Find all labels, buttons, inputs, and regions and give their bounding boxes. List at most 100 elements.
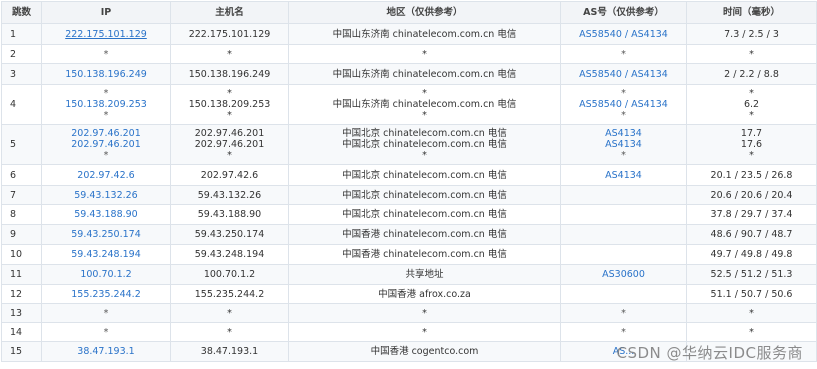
watermark: CSDN @华纳云IDC服务商: [616, 344, 803, 362]
as-separator: /: [621, 28, 632, 40]
timeout-marker: *: [103, 88, 109, 99]
as-cell: AS58540 / AS4134: [560, 63, 687, 85]
header-time: 时间（毫秒）: [686, 1, 817, 24]
time-cell: *: [686, 322, 817, 342]
time-cell: 37.8 / 29.7 / 37.4: [686, 204, 817, 225]
as-cell: [560, 204, 687, 225]
time-text: 20.6 / 20.6 / 20.4: [710, 189, 793, 201]
hostname-text: 59.43.132.26: [197, 189, 262, 201]
as-link[interactable]: AS58540: [579, 29, 622, 40]
time-text: 20.1 / 23.5 / 26.8: [710, 169, 793, 181]
timeout-marker: *: [621, 307, 626, 319]
time-text: *: [749, 150, 754, 161]
region-text: *: [422, 326, 427, 338]
table-row: 2 * * * * *: [1, 44, 817, 64]
region-text: *: [422, 88, 427, 99]
ip-link[interactable]: 38.47.193.1: [44, 346, 168, 357]
ip-link[interactable]: 150.138.196.249: [44, 69, 168, 80]
region-text: 中国香港 chinatelecom.com.cn 电信: [342, 229, 507, 240]
hostname-text: 38.47.193.1: [200, 346, 259, 357]
as-line: AS58540 / AS4134: [563, 99, 684, 110]
ip-link[interactable]: 202.97.46.201: [44, 128, 168, 139]
as-link[interactable]: AS58540: [579, 99, 622, 110]
table-row: 6 202.97.42.6 202.97.42.6 中国北京 chinatelecom…: [1, 164, 817, 186]
ip-link[interactable]: 222.175.101.129: [44, 29, 168, 40]
region-text: 中国北京 chinatelecom.com.cn 电信: [342, 209, 507, 220]
hostname-text: *: [227, 88, 232, 99]
time-cell: 48.6 / 90.7 / 48.7: [686, 224, 817, 245]
hostname-cell: *: [170, 322, 289, 342]
as-cell: [560, 284, 687, 304]
as-line: AS58540 / AS4134: [563, 29, 684, 40]
region-cell: 中国香港 chinatelecom.com.cn 电信: [288, 244, 561, 265]
region-text: 中国香港 chinatelecom.com.cn 电信: [342, 249, 507, 260]
as-link[interactable]: AS58540: [579, 69, 622, 80]
ip-link[interactable]: 150.138.209.253: [44, 99, 168, 110]
ip-cell: 202.97.42.6: [41, 164, 171, 186]
timeout-marker: *: [103, 150, 109, 161]
as-line: [563, 289, 684, 300]
ip-cell: 155.235.244.2: [41, 284, 171, 304]
as-cell: AS4134 AS4134 *: [560, 124, 687, 165]
table-row: 5 202.97.46.201 202.97.46.201 * 202.97.46.20…: [1, 124, 817, 165]
time-cell: * 6.2 *: [686, 84, 817, 125]
as-line: [563, 249, 684, 260]
as-link[interactable]: AS4134: [605, 128, 642, 139]
region-text: *: [422, 110, 427, 121]
ip-link[interactable]: 202.97.46.201: [44, 139, 168, 150]
ip-link[interactable]: 59.43.132.26: [44, 190, 168, 201]
ip-link[interactable]: 155.235.244.2: [44, 289, 168, 300]
ip-cell: 38.47.193.1: [41, 341, 171, 362]
as-link[interactable]: AS4134: [605, 139, 642, 150]
as-link[interactable]: AS30600: [602, 269, 645, 280]
hop-cell: 10: [1, 244, 42, 265]
as-link[interactable]: AS4134: [631, 29, 668, 40]
as-separator: /: [621, 68, 632, 80]
time-text: *: [749, 110, 754, 121]
ip-link[interactable]: 202.97.42.6: [44, 170, 168, 181]
hostname-text: *: [227, 150, 232, 161]
hop-cell: 5: [1, 124, 42, 165]
hostname-cell: 100.70.1.2: [170, 264, 289, 285]
time-text: 6.2: [743, 99, 760, 110]
time-cell: 51.1 / 50.7 / 50.6: [686, 284, 817, 304]
ip-link[interactable]: 59.43.250.174: [44, 229, 168, 240]
as-line: [563, 229, 684, 240]
hostname-text: 202.97.46.201: [194, 139, 265, 150]
time-text: 48.6 / 90.7 / 48.7: [710, 229, 793, 240]
hop-cell: 15: [1, 341, 42, 362]
header-as: AS号（仅供参考）: [560, 1, 687, 24]
ip-link[interactable]: 59.43.248.194: [44, 249, 168, 260]
as-line: AS4134: [563, 139, 684, 150]
region-cell: 中国北京 chinatelecom.com.cn 电信: [288, 204, 561, 225]
time-text: 37.8 / 29.7 / 37.4: [710, 209, 793, 220]
time-cell: *: [686, 44, 817, 64]
ip-link[interactable]: 59.43.188.90: [44, 209, 168, 220]
ip-link[interactable]: 100.70.1.2: [44, 269, 168, 280]
ip-cell: 59.43.248.194: [41, 244, 171, 265]
region-cell: *: [288, 322, 561, 342]
hop-cell: 3: [1, 63, 42, 85]
region-text: 中国香港 afrox.co.za: [378, 288, 471, 300]
as-link[interactable]: AS4134: [631, 99, 668, 110]
time-cell: *: [686, 303, 817, 323]
time-cell: 49.7 / 49.8 / 49.8: [686, 244, 817, 265]
as-cell: *: [560, 44, 687, 64]
time-cell: 20.1 / 23.5 / 26.8: [686, 164, 817, 186]
ip-cell: *: [41, 44, 171, 64]
time-cell: 52.5 / 51.2 / 51.3: [686, 264, 817, 285]
as-line: AS30600: [563, 269, 684, 280]
region-text: *: [422, 307, 427, 319]
hostname-cell: *: [170, 303, 289, 323]
region-text: 中国北京 chinatelecom.com.cn 电信: [342, 128, 507, 139]
table-row: 7 59.43.132.26 59.43.132.26 中国北京 chinatelec…: [1, 185, 817, 205]
as-link[interactable]: AS4134: [605, 170, 642, 181]
region-text: 中国北京 chinatelecom.com.cn 电信: [342, 189, 507, 201]
as-line: *: [563, 49, 684, 60]
hostname-cell: 38.47.193.1: [170, 341, 289, 362]
traceroute-table: 跳数 IP 主机名 地区（仅供参考） AS号（仅供参考） 时间（毫秒） 1 222…: [1, 1, 817, 362]
as-link[interactable]: AS4134: [631, 69, 668, 80]
timeout-marker: *: [103, 48, 109, 60]
region-text: 共享地址: [405, 269, 444, 280]
table-row: 8 59.43.188.90 59.43.188.90 中国北京 chinatelec…: [1, 204, 817, 225]
